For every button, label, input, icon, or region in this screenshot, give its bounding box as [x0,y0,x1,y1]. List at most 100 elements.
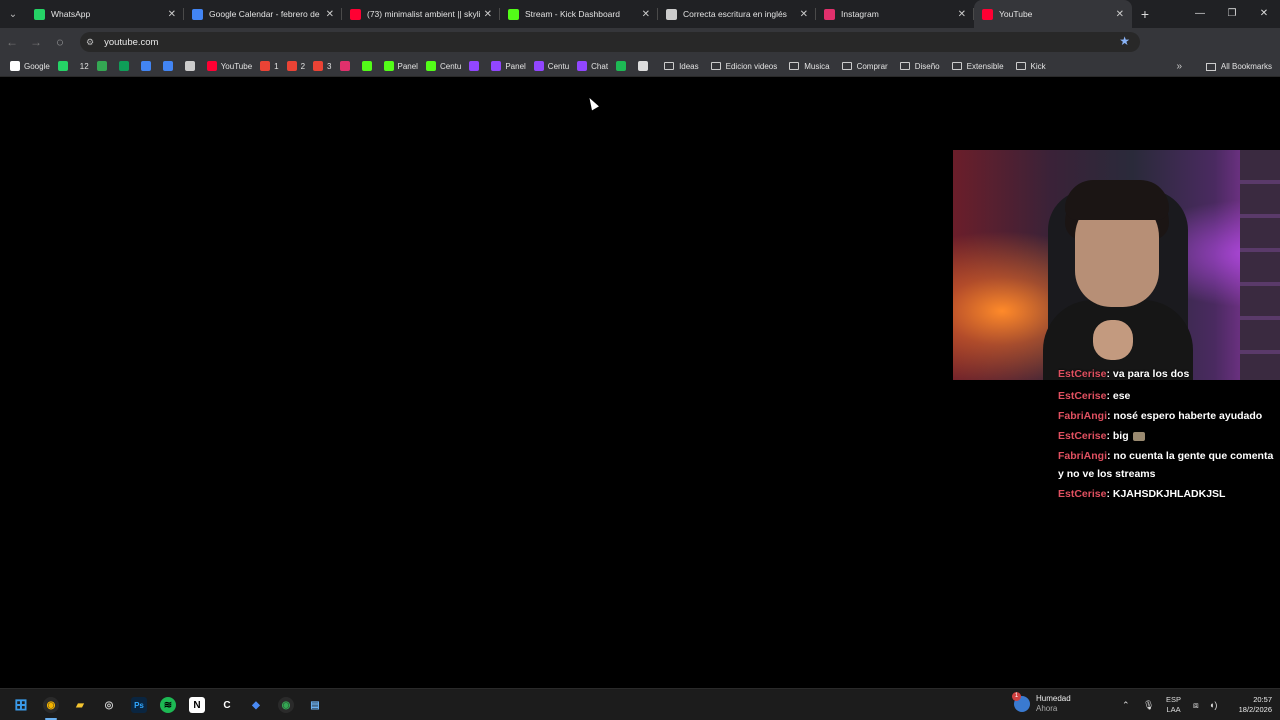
browser-tab[interactable]: Correcta escritura en inglés ✕ [658,0,816,28]
close-tab-icon[interactable]: ✕ [326,9,334,20]
tray-chevron-icon[interactable]: ⌃ [1122,700,1130,711]
tab-title: Instagram [841,9,879,19]
bookmark-item[interactable] [93,56,115,77]
volume-icon[interactable]: ◖) [1209,700,1217,710]
kick-icon [383,61,394,71]
chrome-icon[interactable]: ◉ [43,697,59,713]
bookmark-item[interactable] [181,56,203,77]
back-icon[interactable]: ← [0,35,24,49]
tab-title: WhatsApp [51,9,91,19]
close-tab-icon[interactable]: ✕ [642,9,650,20]
bookmark-folder-label: Kick [1030,61,1046,71]
notepad-icon[interactable]: ▤ [307,697,323,713]
bookmark-folder[interactable]: Kick [1012,56,1050,77]
obs-icon[interactable]: ◎ [101,697,117,713]
bookmark-item[interactable]: YouTube [203,56,256,77]
minimize-icon[interactable]: — [1184,0,1216,28]
browser-tab[interactable]: Instagram ✕ [816,0,974,28]
new-tab-button[interactable]: + [1132,6,1158,22]
microphone-icon[interactable]: 🎙 [1143,700,1154,711]
bookmark-item[interactable]: Panel [380,56,422,77]
bookmark-item[interactable]: Chat [573,56,612,77]
chat-username: EstCerise [1058,488,1107,500]
bookmark-item[interactable] [634,56,656,77]
close-tab-icon[interactable]: ✕ [1116,9,1124,20]
network-icon[interactable]: ⧈ [1193,700,1199,711]
bookmark-folder[interactable]: Musica [785,56,833,77]
weather-widget[interactable]: 1 Humedad Ahora [1012,692,1071,714]
bookmark-item[interactable]: Google [6,56,54,77]
folder-icon [951,62,962,70]
app-icon[interactable]: ◆ [248,697,264,713]
close-window-icon[interactable]: ✕ [1248,0,1280,28]
bookmark-item[interactable]: 1 [256,56,282,77]
youtube-icon [206,61,217,71]
bookmark-item[interactable]: 3 [309,56,335,77]
clock-date: 18/2/2026 [1238,705,1272,714]
bookmark-item[interactable] [336,56,358,77]
bookmark-item[interactable] [358,56,380,77]
capcut-icon[interactable]: C [219,697,235,713]
browser-tab[interactable]: Stream - Kick Dashboard ✕ [500,0,658,28]
whatsapp-icon [34,8,45,20]
bookmark-item[interactable]: Centu [530,56,573,77]
tab-search-button[interactable]: ⌄ [0,0,26,28]
browser-tab[interactable]: Google Calendar - febrero de 2 ✕ [184,0,342,28]
address-bar[interactable]: ⚙ youtube.com ★ [80,32,1140,52]
bookmark-item[interactable]: Panel [487,56,529,77]
chat-message: EstCerise: va para los dos [1058,367,1280,379]
all-bookmarks-button[interactable]: All Bookmarks [1205,56,1272,77]
notion-icon[interactable]: N [189,697,205,713]
bookmark-item[interactable]: 2 [283,56,309,77]
bookmarks-overflow-icon[interactable]: » [1176,56,1182,77]
folder-icon [899,62,910,70]
bookmark-folder[interactable]: Diseño [896,56,944,77]
bookmark-label: 3 [327,61,332,71]
bookmark-star-icon[interactable]: ★ [1119,34,1130,48]
bookmark-folder[interactable]: Ideas [660,56,703,77]
instagram-icon [339,61,350,71]
bookmark-item[interactable] [465,56,487,77]
bookmark-label: YouTube [220,61,253,71]
bookmark-label: Centu [439,61,462,71]
tab-title: Stream - Kick Dashboard [525,9,620,19]
bookmark-item[interactable] [137,56,159,77]
bookmark-item[interactable]: Centu [422,56,465,77]
windows-start-icon[interactable]: ⊞ [13,697,29,714]
browser-tab[interactable]: (73) minimalist ambient || skyli ✕ [342,0,500,28]
restore-icon[interactable]: ❐ [1216,0,1248,28]
close-tab-icon[interactable]: ✕ [168,9,176,20]
tab-title: YouTube [999,9,1033,19]
chrome-profile-icon[interactable]: ◉ [278,697,294,713]
bookmark-item[interactable]: 12 [76,56,93,77]
language-indicator[interactable]: ESP LAA [1166,695,1181,715]
bookmark-folder[interactable]: Edicion videos [707,56,782,77]
chat-message: EstCerise: KJAHSDKJHLADKJSL [1058,485,1280,503]
bookmark-folder[interactable]: Extensible [948,56,1008,77]
bookmark-folder-label: Diseño [914,61,940,71]
close-tab-icon[interactable]: ✕ [800,9,808,20]
site-info-icon[interactable]: ⚙ [86,37,94,48]
browser-tab[interactable]: WhatsApp ✕ [26,0,184,28]
bookmark-item[interactable] [159,56,181,77]
person-hair-top [1065,180,1169,220]
chat-username: EstCerise [1058,430,1107,442]
file-explorer-icon[interactable]: ▰ [72,697,88,713]
person-hand [1093,320,1133,360]
bookmark-folder[interactable]: Comprar [838,56,892,77]
bookmark-item[interactable] [54,56,76,77]
forward-icon[interactable]: → [24,35,48,49]
close-tab-icon[interactable]: ✕ [484,9,492,20]
close-tab-icon[interactable]: ✕ [958,9,966,20]
system-clock[interactable]: 20:57 18/2/2026 [1239,695,1272,715]
emote-icon [1132,431,1145,441]
loading-spinner-icon[interactable]: ◌ [48,35,72,49]
bookmark-item[interactable] [612,56,634,77]
spotify-icon[interactable]: ≋ [160,697,176,713]
bookmark-item[interactable] [115,56,137,77]
calendar-icon [192,8,203,20]
photoshop-icon[interactable]: Ps [131,697,147,713]
tab-title: (73) minimalist ambient || skyli [367,9,480,19]
browser-tab[interactable]: YouTube ✕ [974,0,1132,28]
address-url[interactable]: youtube.com [104,37,158,48]
